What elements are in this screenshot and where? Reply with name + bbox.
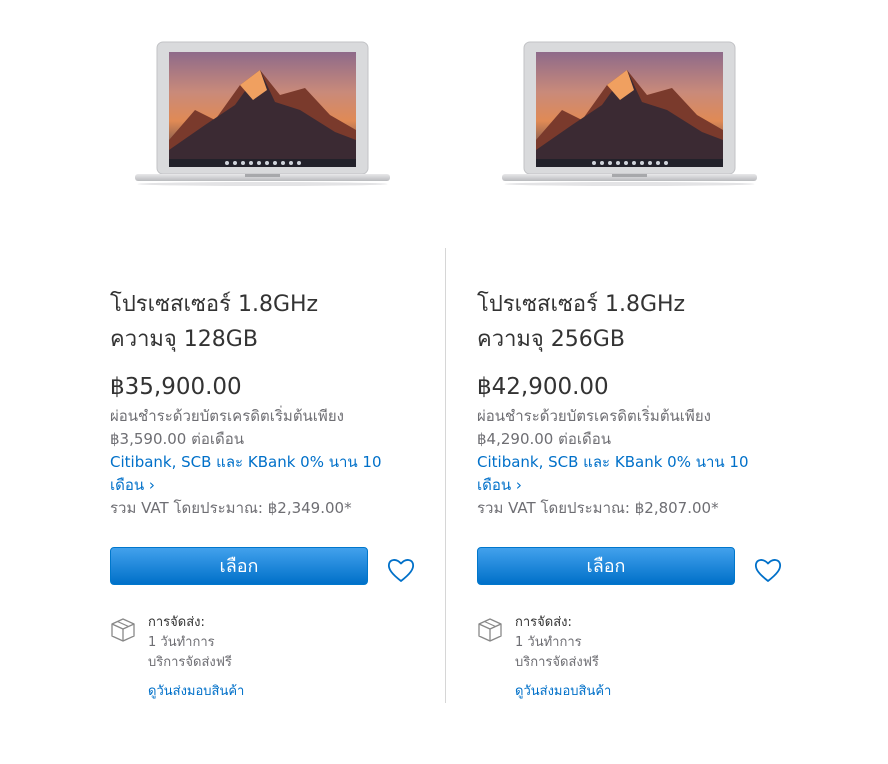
shipping-time: 1 วันทำการ — [148, 635, 215, 650]
shipping-title: การจัดส่ง: — [515, 615, 572, 630]
delivery-date-link[interactable]: ดูวันส่งมอบสินค้า — [515, 682, 611, 702]
select-button[interactable]: เลือก — [110, 547, 368, 585]
box-icon — [478, 618, 502, 642]
vat-text: รวม VAT โดยประมาณ: ฿2,807.00* — [477, 499, 719, 517]
shipping-free: บริการจัดส่งฟรี — [515, 655, 599, 670]
macbook-air-image — [502, 41, 757, 186]
product-title: โปรเซสเซอร์ 1.8GHz ความจุ 256GB — [477, 287, 747, 357]
bank-link-line2: เดือน › — [110, 476, 155, 494]
product-price: ฿42,900.00 — [477, 374, 609, 400]
product-card-128gb: โปรเซสเซอร์ 1.8GHz ความจุ 128GB ฿35,900.… — [0, 0, 415, 764]
product-title-storage: ความจุ 128GB — [110, 327, 258, 352]
installment-monthly: ฿3,590.00 ต่อเดือน — [110, 430, 244, 448]
shipping-info: การจัดส่ง: 1 วันทำการ บริการจัดส่งฟรี — [148, 613, 232, 673]
macbook-air-image — [135, 41, 390, 186]
product-card-256gb: โปรเซสเซอร์ 1.8GHz ความจุ 256GB ฿42,900.… — [367, 0, 782, 764]
shipping-title: การจัดส่ง: — [148, 615, 205, 630]
installment-text: ผ่อนชำระด้วยบัตรเครดิตเริ่มต้นเพียง — [477, 407, 711, 425]
shipping-time: 1 วันทำการ — [515, 635, 582, 650]
bank-installment-link[interactable]: Citibank, SCB และ KBank 0% นาน 10 เดือน … — [110, 451, 400, 497]
product-title-processor: โปรเซสเซอร์ 1.8GHz — [477, 292, 686, 317]
payment-info: ผ่อนชำระด้วยบัตรเครดิตเริ่มต้นเพียง ฿4,2… — [477, 405, 767, 520]
product-title-storage: ความจุ 256GB — [477, 327, 625, 352]
product-price: ฿35,900.00 — [110, 374, 242, 400]
product-title-processor: โปรเซสเซอร์ 1.8GHz — [110, 292, 319, 317]
payment-info: ผ่อนชำระด้วยบัตรเครดิตเริ่มต้นเพียง ฿3,5… — [110, 405, 400, 520]
bank-link-line2: เดือน › — [477, 476, 522, 494]
bank-link-line1: Citibank, SCB และ KBank 0% นาน 10 — [477, 453, 749, 471]
vat-text: รวม VAT โดยประมาณ: ฿2,349.00* — [110, 499, 352, 517]
box-icon — [111, 618, 135, 642]
product-title: โปรเซสเซอร์ 1.8GHz ความจุ 128GB — [110, 287, 380, 357]
delivery-date-link[interactable]: ดูวันส่งมอบสินค้า — [148, 682, 244, 702]
installment-monthly: ฿4,290.00 ต่อเดือน — [477, 430, 611, 448]
heart-icon[interactable] — [753, 556, 783, 584]
shipping-free: บริการจัดส่งฟรี — [148, 655, 232, 670]
bank-link-line1: Citibank, SCB และ KBank 0% นาน 10 — [110, 453, 382, 471]
installment-text: ผ่อนชำระด้วยบัตรเครดิตเริ่มต้นเพียง — [110, 407, 344, 425]
bank-installment-link[interactable]: Citibank, SCB และ KBank 0% นาน 10 เดือน … — [477, 451, 767, 497]
shipping-info: การจัดส่ง: 1 วันทำการ บริการจัดส่งฟรี — [515, 613, 599, 673]
select-button[interactable]: เลือก — [477, 547, 735, 585]
